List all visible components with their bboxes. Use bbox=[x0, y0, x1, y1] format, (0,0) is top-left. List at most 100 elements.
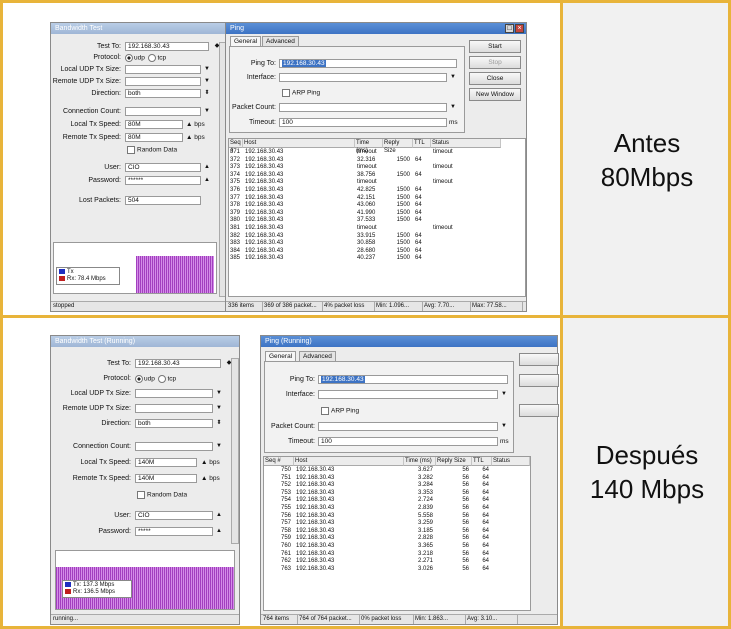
new-window-button[interactable]: New Window bbox=[469, 88, 521, 101]
remote-udp-dropdown-icon[interactable]: ▼ bbox=[215, 404, 223, 413]
arp-ping-checkbox[interactable]: ARP Ping bbox=[321, 407, 359, 415]
remote-tx-speed-field[interactable]: 140M bbox=[135, 474, 197, 483]
column-header[interactable]: Time (ms) bbox=[355, 139, 383, 154]
random-data-checkbox[interactable]: Random Data bbox=[137, 491, 187, 499]
column-header[interactable]: TTL bbox=[472, 457, 492, 466]
arp-ping-checkbox[interactable]: ARP Ping bbox=[282, 89, 320, 97]
maximize-icon[interactable]: □ bbox=[505, 24, 514, 33]
column-header[interactable]: Status bbox=[492, 457, 530, 466]
remote-tx-speed-field[interactable]: 80M bbox=[125, 133, 183, 142]
local-udp-dropdown-icon[interactable]: ▼ bbox=[203, 65, 211, 74]
direction-dropdown-icon[interactable]: ⬍ bbox=[203, 89, 211, 98]
timeout-field[interactable]: 100 bbox=[318, 437, 498, 446]
bw-scrollbar[interactable] bbox=[231, 358, 239, 544]
user-up-icon[interactable]: ▲ bbox=[215, 511, 223, 520]
random-data-check-icon[interactable] bbox=[127, 146, 135, 154]
tcp-radio-icon[interactable] bbox=[158, 375, 167, 383]
direction-select[interactable]: both bbox=[125, 89, 201, 98]
timeout-field[interactable]: 100 bbox=[279, 118, 447, 127]
stop-button[interactable]: Stop bbox=[469, 56, 521, 69]
table-row[interactable]: 754 192.168.30.43 2.724 56 64 bbox=[264, 497, 530, 505]
connection-count-field[interactable] bbox=[135, 442, 213, 451]
column-header[interactable]: Reply Size bbox=[436, 457, 472, 466]
interface-dropdown-icon[interactable]: ▼ bbox=[449, 73, 457, 82]
table-row[interactable]: 750 192.168.30.43 3.627 56 64 bbox=[264, 467, 530, 475]
connection-count-dropdown-icon[interactable]: ▼ bbox=[203, 107, 211, 116]
column-header[interactable]: Status bbox=[431, 139, 501, 148]
close-button[interactable] bbox=[519, 404, 559, 417]
table-row[interactable]: 759 192.168.30.43 2.828 56 64 bbox=[264, 535, 530, 543]
remote-udp-dropdown-icon[interactable]: ▼ bbox=[203, 77, 211, 86]
user-field[interactable]: CIO bbox=[135, 511, 213, 520]
local-tx-speed-field[interactable]: 140M bbox=[135, 458, 197, 467]
table-row[interactable]: 375 192.168.30.43 timeout timeout bbox=[229, 179, 525, 187]
table-row[interactable]: 380 192.168.30.43 37.533 1500 64 bbox=[229, 217, 525, 225]
table-row[interactable]: 378 192.168.30.43 43.060 1500 64 bbox=[229, 202, 525, 210]
packet-count-dropdown-icon[interactable]: ▼ bbox=[500, 422, 508, 431]
table-row[interactable]: 373 192.168.30.43 timeout timeout bbox=[229, 164, 525, 172]
connection-count-dropdown-icon[interactable]: ▼ bbox=[215, 442, 223, 451]
table-row[interactable]: 751 192.168.30.43 3.282 56 64 bbox=[264, 475, 530, 483]
direction-dropdown-icon[interactable]: ⬍ bbox=[215, 419, 223, 428]
remote-udp-field[interactable] bbox=[125, 77, 201, 86]
packet-count-field[interactable] bbox=[318, 422, 498, 431]
tcp-radio-icon[interactable] bbox=[148, 54, 157, 62]
interface-dropdown-icon[interactable]: ▼ bbox=[500, 390, 508, 399]
ping-to-field[interactable]: 192.168.30.43 bbox=[279, 59, 457, 68]
packet-count-dropdown-icon[interactable]: ▼ bbox=[449, 103, 457, 112]
close-icon[interactable]: × bbox=[515, 24, 524, 33]
test-to-field[interactable]: 192.168.30.43 bbox=[125, 42, 209, 51]
table-row[interactable]: 753 192.168.30.43 3.353 56 64 bbox=[264, 490, 530, 498]
table-row[interactable]: 381 192.168.30.43 timeout timeout bbox=[229, 225, 525, 233]
column-header[interactable]: TTL bbox=[413, 139, 431, 148]
protocol-radio-group[interactable]: udp tcp bbox=[125, 54, 166, 62]
udp-radio-icon[interactable] bbox=[125, 54, 133, 62]
user-up-icon[interactable]: ▲ bbox=[203, 163, 211, 172]
close-button[interactable]: Close bbox=[469, 72, 521, 85]
table-row[interactable]: 756 192.168.30.43 5.558 56 64 bbox=[264, 513, 530, 521]
random-data-check-icon[interactable] bbox=[137, 491, 145, 499]
table-row[interactable]: 377 192.168.30.43 42.151 1500 64 bbox=[229, 195, 525, 203]
ping-to-field[interactable]: 192.168.30.43 bbox=[318, 375, 508, 384]
user-field[interactable]: CIO bbox=[125, 163, 201, 172]
protocol-radio-group[interactable]: udp tcp bbox=[135, 375, 176, 383]
table-row[interactable]: 763 192.168.30.43 3.026 56 64 bbox=[264, 566, 530, 574]
udp-radio-icon[interactable] bbox=[135, 375, 143, 383]
table-row[interactable]: 374 192.168.30.43 38.756 1500 64 bbox=[229, 172, 525, 180]
connection-count-field[interactable] bbox=[125, 107, 201, 116]
table-row[interactable]: 372 192.168.30.43 32.316 1500 64 bbox=[229, 157, 525, 165]
table-row[interactable]: 757 192.168.30.43 3.259 56 64 bbox=[264, 520, 530, 528]
local-udp-field[interactable] bbox=[125, 65, 201, 74]
table-row[interactable]: 376 192.168.30.43 42.825 1500 64 bbox=[229, 187, 525, 195]
interface-field[interactable] bbox=[279, 73, 447, 82]
table-row[interactable]: 371 192.168.30.43 timeout timeout bbox=[229, 149, 525, 157]
column-header[interactable]: Seq # bbox=[229, 139, 243, 154]
password-field[interactable]: ****** bbox=[125, 176, 201, 185]
table-row[interactable]: 755 192.168.30.43 2.839 56 64 bbox=[264, 505, 530, 513]
column-header[interactable]: Host bbox=[294, 457, 404, 466]
table-row[interactable]: 379 192.168.30.43 41.990 1500 64 bbox=[229, 210, 525, 218]
packet-count-field[interactable] bbox=[279, 103, 447, 112]
table-row[interactable]: 752 192.168.30.43 3.284 56 64 bbox=[264, 482, 530, 490]
table-row[interactable]: 761 192.168.30.43 3.218 56 64 bbox=[264, 551, 530, 559]
arp-ping-check-icon[interactable] bbox=[321, 407, 329, 415]
table-row[interactable]: 382 192.168.30.43 33.915 1500 64 bbox=[229, 233, 525, 241]
local-udp-field[interactable] bbox=[135, 389, 213, 398]
password-field[interactable]: ***** bbox=[135, 527, 213, 536]
column-header[interactable]: Host bbox=[243, 139, 355, 148]
interface-field[interactable] bbox=[318, 390, 498, 399]
table-row[interactable]: 758 192.168.30.43 3.185 56 64 bbox=[264, 528, 530, 536]
arp-ping-check-icon[interactable] bbox=[282, 89, 290, 97]
table-row[interactable]: 762 192.168.30.43 2.271 56 64 bbox=[264, 558, 530, 566]
remote-udp-field[interactable] bbox=[135, 404, 213, 413]
table-row[interactable]: 760 192.168.30.43 3.365 56 64 bbox=[264, 543, 530, 551]
column-header[interactable]: Time (ms) bbox=[404, 457, 436, 466]
local-tx-speed-field[interactable]: 80M bbox=[125, 120, 183, 129]
stop-button[interactable] bbox=[519, 374, 559, 387]
password-up-icon[interactable]: ▲ bbox=[215, 527, 223, 536]
random-data-checkbox[interactable]: Random Data bbox=[127, 146, 177, 154]
start-button[interactable]: Start bbox=[469, 40, 521, 53]
table-row[interactable]: 384 192.168.30.43 28.680 1500 64 bbox=[229, 248, 525, 256]
direction-select[interactable]: both bbox=[135, 419, 213, 428]
test-to-field[interactable]: 192.168.30.43 bbox=[135, 359, 221, 368]
